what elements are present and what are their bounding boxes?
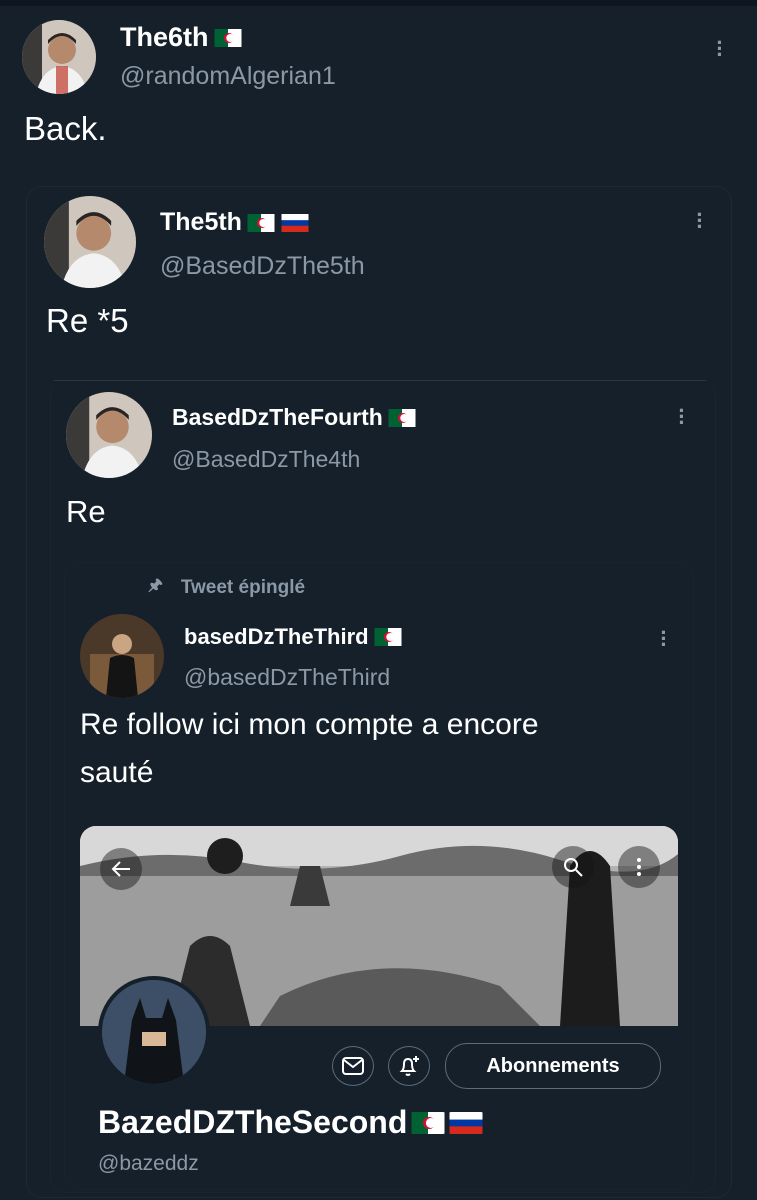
more-options-icon[interactable]: · · · — [676, 400, 688, 434]
envelope-icon[interactable] — [332, 1046, 374, 1086]
algeria-flag-icon — [246, 213, 276, 232]
algeria-flag-icon — [411, 1111, 445, 1134]
tweet-text: Re — [66, 494, 106, 529]
display-name[interactable]: basedDzTheThird — [184, 624, 403, 650]
russia-flag-icon — [280, 213, 310, 232]
display-name[interactable]: BasedDzTheFourth — [172, 404, 417, 431]
russia-flag-icon — [449, 1111, 483, 1134]
tweet-text-line-2: sauté — [80, 756, 154, 789]
pinned-label: 🖈 Tweet épinglé — [148, 574, 305, 601]
handle[interactable]: @randomAlgerian1 — [120, 62, 336, 91]
bell-plus-icon[interactable] — [388, 1046, 430, 1086]
profile-display-name[interactable]: BazedDZTheSecond — [98, 1104, 483, 1141]
algeria-flag-icon — [213, 28, 243, 47]
handle[interactable]: @BasedDzThe5th — [160, 252, 365, 281]
profile-avatar[interactable] — [98, 976, 210, 1088]
more-options-icon[interactable]: · · · — [694, 204, 706, 238]
display-name[interactable]: The6th — [120, 22, 243, 53]
following-button[interactable]: Abonnements — [445, 1043, 661, 1089]
pinned-label-text: Tweet épinglé — [180, 576, 306, 598]
search-icon[interactable] — [552, 846, 594, 888]
top-border — [0, 0, 757, 6]
avatar[interactable] — [66, 392, 152, 478]
display-name-text: basedDzTheThird — [184, 624, 369, 649]
display-name-text: BasedDzTheFourth — [172, 404, 383, 430]
avatar[interactable] — [80, 614, 164, 698]
handle[interactable]: @BasedDzThe4th — [172, 446, 360, 473]
back-arrow-icon[interactable] — [100, 848, 142, 890]
display-name-text: The5th — [160, 208, 242, 236]
avatar[interactable] — [44, 196, 136, 288]
algeria-flag-icon — [387, 408, 417, 427]
display-name[interactable]: The5th — [160, 208, 310, 237]
display-name-text: The6th — [120, 22, 209, 52]
more-icon[interactable] — [618, 846, 660, 888]
tweet-text-line-1: Re follow ici mon compte a encore — [80, 708, 539, 741]
tweet-text: Re *5 — [46, 302, 129, 339]
more-options-icon[interactable]: · · · — [658, 622, 670, 656]
tweet-text: Back. — [24, 110, 107, 147]
profile-display-name-text: BazedDZTheSecond — [98, 1104, 408, 1140]
profile-handle[interactable]: @bazeddz — [98, 1152, 199, 1176]
algeria-flag-icon — [373, 628, 403, 646]
more-options-icon[interactable]: · · · — [714, 32, 726, 66]
pin-icon: 🖈 — [148, 577, 163, 594]
handle[interactable]: @basedDzTheThird — [184, 664, 390, 691]
avatar[interactable] — [22, 20, 96, 94]
